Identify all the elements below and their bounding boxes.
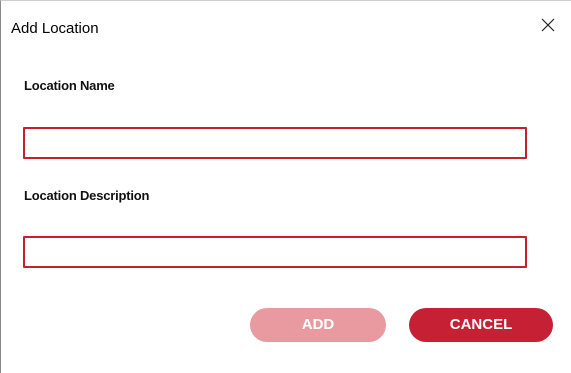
title-bar: Add Location — [1, 1, 571, 41]
add-location-dialog: Add Location Location Name Location Desc… — [0, 0, 571, 373]
location-description-label: Location Description — [24, 188, 150, 203]
location-name-label: Location Name — [24, 78, 115, 93]
close-icon — [541, 18, 555, 32]
close-button[interactable] — [529, 9, 569, 37]
add-button[interactable]: ADD — [250, 308, 386, 342]
dialog-title: Add Location — [11, 20, 99, 37]
cancel-button[interactable]: CANCEL — [409, 308, 553, 342]
location-description-input[interactable] — [23, 236, 527, 268]
location-name-input[interactable] — [23, 127, 527, 159]
